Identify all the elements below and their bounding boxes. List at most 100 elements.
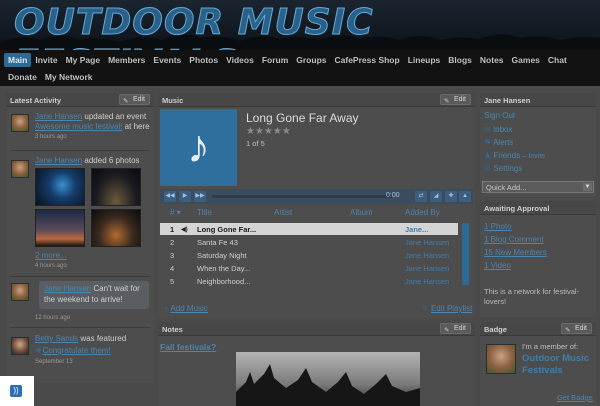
note-image xyxy=(236,352,420,406)
page: OUTDOOR MUSIC FESTIVALS MainInviteMy Pag… xyxy=(0,0,600,406)
latest-activity-edit-button[interactable]: ✎ Edit xyxy=(118,94,150,105)
site-title[interactable]: OUTDOOR MUSIC FESTIVALS xyxy=(14,2,600,51)
user-link[interactable]: Jane Hansen xyxy=(44,284,91,293)
music-edit-button[interactable]: ✎ Edit xyxy=(439,94,471,105)
track-added-by[interactable]: Jane Hansen xyxy=(405,251,449,260)
volume-icon[interactable]: ◢ xyxy=(430,191,442,202)
column-title[interactable]: Title xyxy=(197,208,212,217)
track-added-by[interactable]: Jane Hansen xyxy=(405,277,449,286)
shuffle-icon[interactable]: ⇄ xyxy=(415,191,427,202)
alerts-label: Alerts xyxy=(492,138,514,147)
nav-blogs[interactable]: Blogs xyxy=(444,53,476,67)
quick-add-select[interactable]: Quick Add... ▼ xyxy=(482,181,594,193)
nav-videos[interactable]: Videos xyxy=(222,53,258,67)
status-bubble: Jane Hansen Can't wait for the weekend t… xyxy=(39,281,149,309)
event-link[interactable]: Awesome music festival! xyxy=(35,122,122,131)
column-number[interactable]: # ▾ xyxy=(170,208,181,217)
member-of-label: I'm a member of: xyxy=(522,342,579,351)
nav-chat[interactable]: Chat xyxy=(544,53,571,67)
nav-games[interactable]: Games xyxy=(508,53,544,67)
track-row[interactable]: 4 When the Day... Jane Hansen xyxy=(160,262,458,274)
track-row[interactable]: 5 Neighborhood... Jane Hansen xyxy=(160,275,458,287)
collapse-icon[interactable]: ▲ xyxy=(459,191,471,202)
site-banner: OUTDOOR MUSIC FESTIVALS xyxy=(0,0,600,50)
next-icon[interactable]: ▶▶ xyxy=(194,191,206,202)
add-music-link[interactable]: + Add Music xyxy=(164,304,208,313)
avatar[interactable] xyxy=(11,337,29,355)
inbox-link[interactable]: ✉ Inbox xyxy=(484,125,513,134)
nav-forum[interactable]: Forum xyxy=(258,53,292,67)
quick-add-value: Quick Add... xyxy=(486,183,527,192)
photo-thumbnail[interactable] xyxy=(91,168,141,206)
nav-lineups[interactable]: Lineups xyxy=(404,53,445,67)
nav-invite[interactable]: Invite xyxy=(31,53,61,67)
track-row[interactable]: 2 Santa Fe 43 Jane Hansen xyxy=(160,236,458,248)
user-link[interactable]: Jane Hansen xyxy=(35,156,82,165)
track-added-by[interactable]: Jane Hansen xyxy=(405,238,449,247)
track-added-by[interactable]: Jane Hansen xyxy=(405,264,449,273)
approval-blog-comment-link[interactable]: 1 Blog Comment xyxy=(484,235,544,244)
note-title-link[interactable]: Fall festivals? xyxy=(160,342,216,352)
nav-my-page[interactable]: My Page xyxy=(62,53,105,67)
congratulate-link[interactable]: Congratulate them! xyxy=(43,346,111,355)
track-list-scrollbar[interactable] xyxy=(462,223,469,285)
play-icon[interactable]: ▶ xyxy=(179,191,191,202)
approval-members-link[interactable]: 15 New Members xyxy=(484,248,547,257)
settings-link[interactable]: ⚙ Settings xyxy=(484,164,522,173)
badge-edit-button[interactable]: ✎ Edit xyxy=(560,323,592,334)
track-row[interactable]: 3 Saturday Night Jane Hansen xyxy=(160,249,458,261)
invite-friends-link[interactable]: Invite xyxy=(528,153,545,160)
rss-icon-box[interactable]: )) xyxy=(0,376,34,406)
get-badge-link[interactable]: Get Badge xyxy=(557,393,593,402)
track-title: Saturday Night xyxy=(197,251,247,260)
edit-playlist-link[interactable]: ✎ Edit Playlist xyxy=(422,304,472,313)
progress-track[interactable] xyxy=(212,195,392,198)
avatar[interactable] xyxy=(11,114,29,132)
nav-photos[interactable]: Photos xyxy=(185,53,222,67)
approval-photo-link[interactable]: 1 Photo xyxy=(484,222,512,231)
avatar[interactable] xyxy=(11,160,29,178)
track-added-by[interactable]: Jane... xyxy=(405,225,428,234)
friends-link[interactable]: ♟ Friends – Invite xyxy=(484,151,545,160)
friends-label: Friends xyxy=(493,151,521,160)
photo-thumbnail[interactable] xyxy=(35,209,85,247)
notes-title: Notes xyxy=(162,325,183,334)
photo-thumbnail[interactable] xyxy=(91,209,141,247)
track-row[interactable]: 1 ◀) Long Gone Far... Jane... xyxy=(160,223,458,235)
badge-network-name[interactable]: Outdoor Music xyxy=(522,353,589,364)
nav-main[interactable]: Main xyxy=(4,53,32,67)
notes-edit-button[interactable]: ✎ Edit xyxy=(439,323,471,334)
alerts-link[interactable]: ⚑ Alerts xyxy=(484,138,513,147)
track-number: 2 xyxy=(170,238,175,247)
nav-notes[interactable]: Notes xyxy=(476,53,508,67)
track-number: 1 xyxy=(170,225,175,234)
latest-activity-header: Latest Activity ✎ Edit xyxy=(6,93,154,107)
more-photos-link[interactable]: 2 more... xyxy=(35,251,67,260)
badge-network-name-cont[interactable]: Festivals xyxy=(522,365,563,376)
badge-avatar[interactable] xyxy=(486,344,516,374)
music-title: Music xyxy=(162,96,184,105)
rating-stars[interactable]: ★★★★★ xyxy=(246,126,291,137)
nav-cafepress-shop[interactable]: CafePress Shop xyxy=(331,53,404,67)
user-link[interactable]: Jane Hansen xyxy=(35,112,82,121)
nav-events[interactable]: Events xyxy=(149,53,185,67)
column-added-by[interactable]: Added By xyxy=(405,208,440,217)
approval-video-link[interactable]: 1 Video xyxy=(484,261,511,270)
badge-title: Badge xyxy=(484,325,507,334)
pencil-icon: ✎ xyxy=(564,327,571,334)
nav-donate[interactable]: Donate xyxy=(4,70,41,84)
nav-members[interactable]: Members xyxy=(104,53,149,67)
nav-groups[interactable]: Groups xyxy=(292,53,330,67)
track-title: Santa Fe 43 xyxy=(197,238,238,247)
photo-thumbnail[interactable] xyxy=(35,168,85,206)
avatar[interactable] xyxy=(11,283,29,301)
share-icon[interactable]: ✚ xyxy=(445,191,457,202)
user-header: Jane Hansen xyxy=(480,93,596,107)
column-artist[interactable]: Artist xyxy=(274,208,292,217)
nav-my-network[interactable]: My Network xyxy=(41,70,97,84)
column-album[interactable]: Album xyxy=(350,208,373,217)
previous-icon[interactable]: ◀◀ xyxy=(164,191,176,202)
edit-label: Edit xyxy=(574,325,587,332)
sign-out-link[interactable]: Sign Out xyxy=(484,111,515,120)
user-link[interactable]: Betty Sands xyxy=(35,334,78,343)
